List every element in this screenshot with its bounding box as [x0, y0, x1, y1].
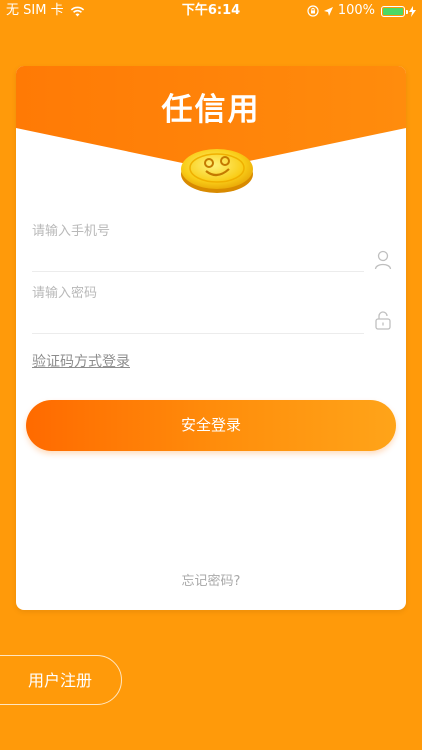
forgot-password-link[interactable]: 忘记密码? [16, 570, 406, 589]
battery-icon [381, 5, 408, 17]
battery-percent: 100% [337, 3, 375, 18]
password-underline [32, 333, 364, 334]
location-arrow-icon [323, 6, 333, 16]
status-bar: 无 SIM 卡 下午6:14 100% [0, 0, 422, 22]
charging-bolt-icon [409, 5, 416, 17]
status-right: 100% [307, 0, 416, 22]
code-login-link[interactable]: 验证码方式登录 [32, 351, 130, 371]
login-card: 任信用 请输入手机号 请输入密码 验证码方式登录 安全登录 忘记密码? [16, 66, 406, 610]
app-title: 任信用 [161, 92, 261, 128]
phone-input[interactable]: 请输入手机号 [32, 220, 110, 239]
password-input[interactable]: 请输入密码 [32, 282, 97, 301]
phone-underline [32, 271, 364, 272]
rotation-lock-icon [307, 5, 319, 17]
password-field[interactable]: 请输入密码 [32, 282, 391, 334]
register-button[interactable]: 用户注册 [0, 655, 122, 705]
battery-fill [383, 7, 403, 15]
phone-field[interactable]: 请输入手机号 [32, 220, 392, 272]
coin-smiley-icon [181, 149, 253, 193]
user-icon [374, 250, 392, 270]
login-button[interactable]: 安全登录 [26, 400, 396, 451]
lock-icon[interactable] [374, 310, 392, 330]
